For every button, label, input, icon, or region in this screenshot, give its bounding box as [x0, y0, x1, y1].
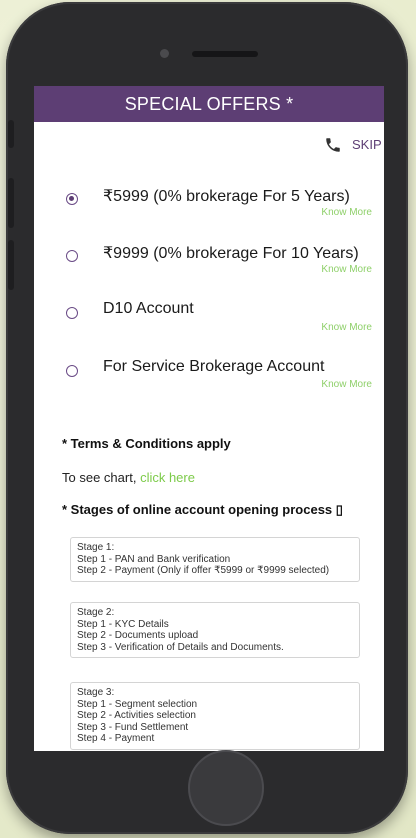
- page-title: SPECIAL OFFERS *: [34, 86, 384, 122]
- know-more-link[interactable]: Know More: [321, 322, 372, 333]
- terms-note: * Terms & Conditions apply: [62, 436, 231, 451]
- mute-switch: [8, 120, 14, 148]
- phone-icon[interactable]: [324, 136, 342, 154]
- volume-down-button: [8, 240, 14, 290]
- stage-title: Stage 2:: [77, 607, 115, 618]
- chart-prefix: To see chart,: [62, 470, 137, 485]
- stage-step: Step 3 - Verification of Details and Doc…: [77, 641, 284, 653]
- radio-unselected[interactable]: [66, 365, 78, 377]
- stage-step: Step 2 - Documents upload: [77, 630, 199, 641]
- stage-step: Step 4 - Payment: [77, 733, 155, 744]
- stage-title: Stage 1:: [77, 542, 115, 553]
- stage-card: Stage 3: Step 1 - Segment selection Step…: [70, 682, 360, 750]
- stage-title: Stage 3:: [77, 687, 115, 698]
- stage-step: Step 3 - Fund Settlement: [77, 721, 189, 733]
- stage-card: Stage 2: Step 1 - KYC Details Step 2 - D…: [70, 602, 360, 658]
- radio-selected[interactable]: [66, 193, 78, 205]
- skip-button[interactable]: SKIP: [352, 137, 382, 152]
- offer-label[interactable]: ₹5999 (0% brokerage For 5 Years): [103, 186, 350, 206]
- offer-label[interactable]: For Service Brokerage Account: [103, 358, 324, 376]
- know-more-link[interactable]: Know More: [321, 207, 372, 218]
- stages-title: * Stages of online account opening proce…: [62, 502, 343, 517]
- stage-step: Step 2 - Payment (Only if offer ₹5999 or…: [77, 565, 330, 576]
- know-more-link[interactable]: Know More: [321, 264, 372, 275]
- know-more-link[interactable]: Know More: [321, 379, 372, 390]
- stage-step: Step 1 - KYC Details: [77, 618, 169, 630]
- click-here-link[interactable]: click here: [140, 470, 195, 485]
- earpiece-speaker: [192, 51, 258, 57]
- radio-unselected[interactable]: [66, 307, 78, 319]
- stage-step: Step 2 - Activities selection: [77, 710, 196, 721]
- radio-unselected[interactable]: [66, 250, 78, 262]
- offer-label[interactable]: D10 Account: [103, 300, 194, 318]
- offer-label[interactable]: ₹9999 (0% brokerage For 10 Years): [103, 243, 359, 263]
- stage-step: Step 1 - PAN and Bank verification: [77, 553, 231, 565]
- chart-line: To see chart, click here: [62, 470, 195, 485]
- phone-frame: SPECIAL OFFERS * SKIP ₹5999 (0% brokerag…: [6, 2, 408, 834]
- stage-step: Step 1 - Segment selection: [77, 698, 198, 710]
- front-camera: [160, 49, 169, 58]
- volume-up-button: [8, 178, 14, 228]
- app-screen: SPECIAL OFFERS * SKIP ₹5999 (0% brokerag…: [34, 86, 384, 751]
- home-button[interactable]: [188, 750, 264, 826]
- stage-card: Stage 1: Step 1 - PAN and Bank verificat…: [70, 537, 360, 582]
- top-bar: SKIP: [34, 122, 384, 172]
